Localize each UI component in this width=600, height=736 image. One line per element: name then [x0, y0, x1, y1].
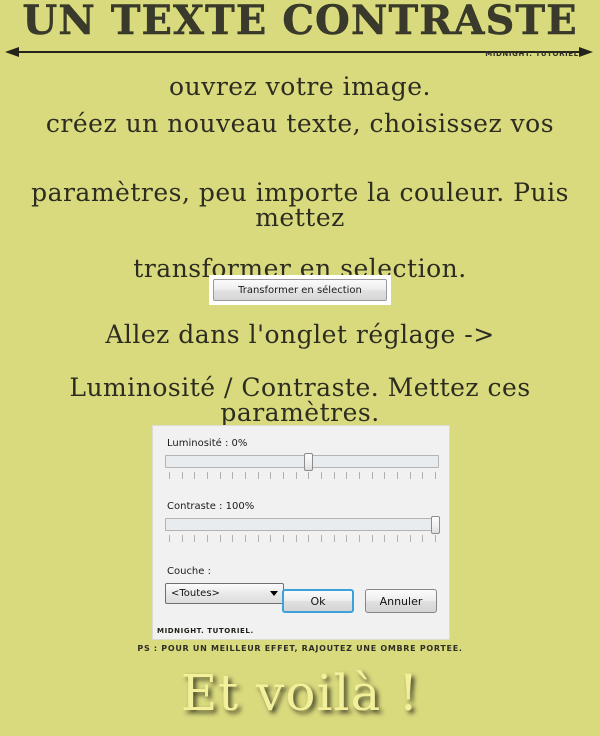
cancel-button[interactable]: Annuler [365, 589, 437, 613]
instructions-paragraph-2: paramètres, peu importe la couleur. Puis… [0, 180, 600, 281]
title-banner: Un texte contraste MIDNIGHT. TUTORIEL. [0, 0, 600, 66]
watermark-dialog: MIDNIGHT. TUTORIEL. [157, 627, 254, 635]
channel-select[interactable]: <Toutes> [165, 583, 284, 604]
instruction-line: Luminosité / Contraste. Mettez ces param… [69, 373, 531, 427]
luminosity-slider-thumb[interactable] [304, 453, 313, 471]
instruction-line: ouvrez votre image. [169, 72, 431, 101]
luminosity-slider-row [165, 453, 439, 481]
chevron-down-icon [270, 591, 278, 596]
transform-button-frame: Transformer en sélection [209, 275, 391, 305]
ok-button[interactable]: Ok [282, 589, 354, 613]
contrast-label: Contraste : 100% [167, 501, 255, 512]
contrast-tick-marks [165, 535, 439, 544]
luminosity-label: Luminosité : 0% [167, 438, 248, 449]
luminosity-contrast-dialog: Luminosité : 0% Contraste : 100% Couche … [152, 425, 450, 640]
ps-note: PS : POUR UN MEILLEUR EFFET, RAJOUTEZ UN… [137, 644, 463, 653]
luminosity-slider-track[interactable] [165, 453, 439, 471]
instruction-line: Allez dans l'onglet réglage -> [105, 320, 495, 349]
contrast-slider-track[interactable] [165, 516, 440, 534]
instructions-paragraph-1: ouvrez votre image. créez un nouveau tex… [0, 74, 600, 136]
instruction-line: créez un nouveau texte, choisissez vos [45, 109, 555, 138]
instruction-line: paramètres, peu importe la couleur. Puis… [31, 178, 569, 232]
channel-selected-value: <Toutes> [171, 588, 220, 599]
instructions-paragraph-3: Allez dans l'onglet réglage -> Luminosit… [0, 322, 600, 425]
closing-text: Et voilà ! [180, 664, 420, 722]
dialog-button-row: Ok Annuler [282, 589, 437, 613]
contrast-slider-row [165, 516, 440, 544]
watermark-top: MIDNIGHT. TUTORIEL. [485, 50, 582, 58]
channel-label: Couche : [167, 566, 211, 577]
page-title: Un texte contraste [22, 0, 578, 44]
luminosity-tick-marks [165, 472, 439, 481]
contrast-slider-thumb[interactable] [431, 516, 440, 534]
transformer-en-selection-button[interactable]: Transformer en sélection [213, 279, 387, 301]
